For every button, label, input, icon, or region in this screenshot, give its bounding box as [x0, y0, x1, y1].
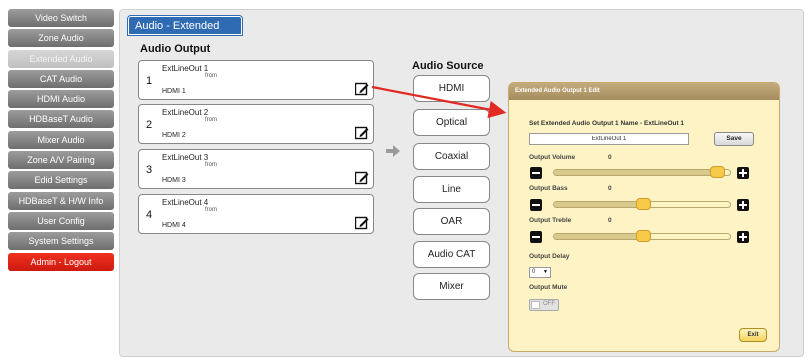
- output-source: HDMI 1: [162, 88, 186, 95]
- logout-button[interactable]: Admin - Logout: [8, 252, 114, 271]
- volume-plus-icon[interactable]: [737, 167, 749, 179]
- output-name: ExtLineOut 1: [162, 64, 209, 73]
- treble-plus-icon[interactable]: [737, 231, 749, 243]
- delay-label: Output Delay: [529, 253, 570, 260]
- treble-slider[interactable]: [553, 230, 731, 242]
- volume-slider-fill: [554, 170, 723, 175]
- bass-minus-icon[interactable]: [530, 199, 542, 211]
- output-name: ExtLineOut 3: [162, 153, 209, 162]
- page-title: Audio - Extended: [128, 16, 242, 35]
- source-button-oar[interactable]: OAR: [413, 208, 490, 235]
- output-card-2[interactable]: 2 ExtLineOut 2 from HDMI 2: [138, 104, 374, 144]
- sidebar-item-system-settings[interactable]: System Settings: [8, 232, 114, 251]
- edit-icon[interactable]: [355, 126, 369, 140]
- name-field-label: Set Extended Audio Output 1 Name - ExtLi…: [529, 120, 685, 127]
- output-name: ExtLineOut 4: [162, 198, 209, 207]
- sidebar-item-extended-audio[interactable]: Extended Audio: [8, 49, 114, 68]
- edit-icon[interactable]: [355, 82, 369, 96]
- source-button-coaxial[interactable]: Coaxial: [413, 143, 490, 170]
- bass-slider-fill: [554, 202, 642, 207]
- sidebar-nav: Video Switch Zone Audio Extended Audio C…: [8, 9, 114, 273]
- treble-value: 0: [608, 217, 612, 224]
- sidebar-item-hdmi-audio[interactable]: HDMI Audio: [8, 90, 114, 109]
- bass-label: Output Bass: [529, 185, 568, 192]
- right-arrow-icon: [386, 145, 400, 157]
- output-source: HDMI 4: [162, 222, 186, 229]
- mute-toggle-knob: [531, 301, 540, 309]
- delay-select[interactable]: 0 ▼: [529, 267, 551, 278]
- dropdown-arrow-icon: ▼: [543, 269, 548, 275]
- volume-label: Output Volume: [529, 154, 576, 161]
- sidebar-item-zone-audio[interactable]: Zone Audio: [8, 29, 114, 48]
- sidebar-item-hdbaset-audio[interactable]: HDBaseT Audio: [8, 110, 114, 129]
- output-source: HDMI 3: [162, 177, 186, 184]
- source-button-hdmi[interactable]: HDMI: [413, 75, 490, 102]
- output-name: ExtLineOut 2: [162, 108, 209, 117]
- output-number: 3: [146, 164, 153, 176]
- bass-slider-thumb[interactable]: [635, 198, 651, 210]
- output-card-1[interactable]: 1 ExtLineOut 1 from HDMI 1: [138, 60, 374, 100]
- output-from-label: from: [205, 73, 217, 79]
- sidebar-item-cat-audio[interactable]: CAT Audio: [8, 69, 114, 88]
- sidebar-item-mixer-audio[interactable]: Mixer Audio: [8, 130, 114, 149]
- audio-source-heading: Audio Source: [412, 60, 484, 72]
- exit-button[interactable]: Exit: [739, 328, 767, 342]
- source-button-audio-cat[interactable]: Audio CAT: [413, 241, 490, 268]
- source-button-line[interactable]: Line: [413, 176, 490, 203]
- output-source: HDMI 2: [162, 132, 186, 139]
- output-number: 1: [146, 75, 153, 87]
- output-number: 4: [146, 209, 153, 221]
- treble-slider-thumb[interactable]: [635, 230, 651, 242]
- source-button-optical[interactable]: Optical: [413, 109, 490, 136]
- edit-dialog: Extended Audio Output 1 Edit Set Extende…: [508, 82, 780, 352]
- output-number: 2: [146, 119, 153, 131]
- mute-label: Output Mute: [529, 284, 568, 291]
- mute-state: OFF: [543, 301, 555, 307]
- treble-slider-fill: [554, 234, 642, 239]
- volume-slider-thumb[interactable]: [710, 166, 726, 178]
- bass-value: 0: [608, 185, 612, 192]
- mute-toggle[interactable]: OFF: [529, 299, 559, 311]
- sidebar-item-hdbaset-hw-info[interactable]: HDBaseT & H/W Info: [8, 191, 114, 210]
- edit-icon[interactable]: [355, 171, 369, 185]
- volume-value: 0: [608, 154, 612, 161]
- audio-output-heading: Audio Output: [140, 43, 211, 55]
- output-from-label: from: [205, 117, 217, 123]
- source-button-mixer[interactable]: Mixer: [413, 273, 490, 300]
- output-from-label: from: [205, 162, 217, 168]
- treble-minus-icon[interactable]: [530, 231, 542, 243]
- sidebar-item-edid-settings[interactable]: Edid Settings: [8, 171, 114, 190]
- bass-plus-icon[interactable]: [737, 199, 749, 211]
- sidebar-item-user-config[interactable]: User Config: [8, 211, 114, 230]
- output-card-3[interactable]: 3 ExtLineOut 3 from HDMI 3: [138, 149, 374, 189]
- output-card-4[interactable]: 4 ExtLineOut 4 from HDMI 4: [138, 194, 374, 234]
- edit-icon[interactable]: [355, 216, 369, 230]
- bass-slider[interactable]: [553, 198, 731, 210]
- sidebar-item-zone-av-pairing[interactable]: Zone A/V Pairing: [8, 151, 114, 170]
- output-name-input[interactable]: [529, 133, 689, 145]
- save-button[interactable]: Save: [714, 132, 754, 146]
- sidebar-item-video-switch[interactable]: Video Switch: [8, 9, 114, 27]
- treble-label: Output Treble: [529, 217, 572, 224]
- output-from-label: from: [205, 207, 217, 213]
- delay-value: 0: [532, 269, 536, 275]
- volume-minus-icon[interactable]: [530, 167, 542, 179]
- dialog-title: Extended Audio Output 1 Edit: [509, 83, 779, 100]
- volume-slider[interactable]: [553, 166, 731, 178]
